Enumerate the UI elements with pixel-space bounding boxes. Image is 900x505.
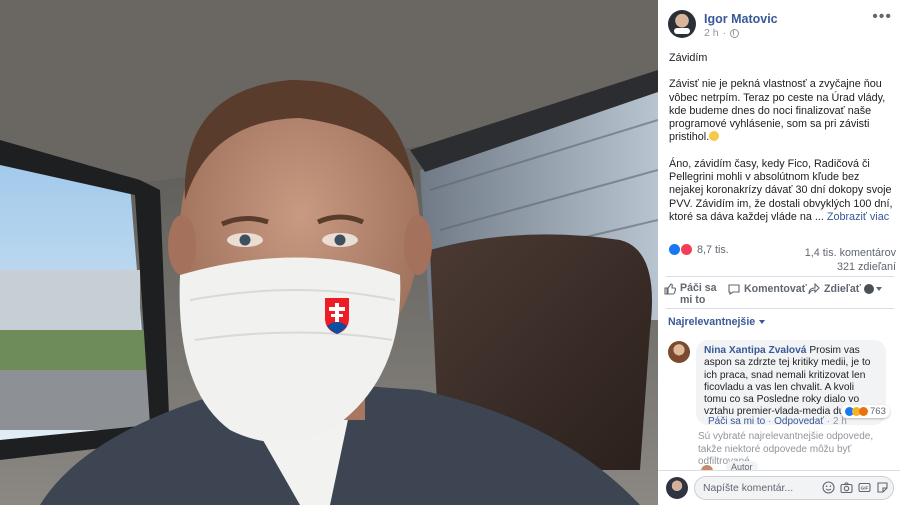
svg-text:GIF: GIF bbox=[861, 486, 869, 491]
sort-label: Najrelevantnejšie bbox=[668, 316, 756, 328]
post-stats: 1,4 tis. komentárov 321 zdieľaní bbox=[805, 246, 896, 274]
comment-reactions-count: 763 bbox=[870, 406, 886, 417]
comment-time[interactable]: 2 h bbox=[833, 416, 847, 427]
author-name[interactable]: Igor Matovic bbox=[704, 12, 778, 26]
chevron-down-icon bbox=[759, 320, 766, 324]
post-paragraph-1: Závisť nie je pekná vlastnosť a zvyčajne… bbox=[669, 78, 886, 144]
comment-button-label: Komentovať bbox=[744, 283, 807, 295]
post-paragraph-2: Áno, závidím časy, kedy Fico, Radičová č… bbox=[669, 157, 893, 223]
comments-count[interactable]: 1,4 tis. komentárov bbox=[805, 246, 896, 260]
author-avatar[interactable] bbox=[668, 10, 696, 38]
post-side-panel: Igor Matovic 2 h · ••• Závidím Závisť ni… bbox=[658, 0, 900, 505]
commenter-avatar[interactable] bbox=[668, 341, 690, 363]
comment-reactions[interactable]: 763 bbox=[841, 405, 890, 418]
angry-reaction-icon bbox=[859, 407, 868, 416]
comment-input[interactable] bbox=[703, 481, 813, 496]
post-time[interactable]: 2 h bbox=[704, 27, 719, 39]
post-photo[interactable] bbox=[0, 0, 658, 505]
post-header: Igor Matovic 2 h · ••• bbox=[658, 0, 900, 45]
comment-actions: Páči sa mi to · Odpovedať · 2 h bbox=[708, 416, 847, 427]
share-icon bbox=[808, 283, 820, 295]
gif-icon[interactable]: GIF bbox=[858, 481, 871, 494]
emoji-icon bbox=[709, 131, 720, 142]
emoji-icon[interactable] bbox=[822, 481, 835, 494]
chevron-down-icon bbox=[876, 287, 882, 291]
comment-button[interactable]: Komentovať bbox=[728, 282, 808, 296]
audience-selector[interactable] bbox=[864, 284, 888, 294]
like-button-label: Páči sa mi to bbox=[680, 282, 717, 306]
post-meta: 2 h · bbox=[704, 27, 740, 39]
selfie-photo bbox=[0, 0, 658, 505]
like-button[interactable]: Páči sa mi to bbox=[664, 282, 728, 306]
comment-reply-link[interactable]: Odpovedať bbox=[774, 416, 824, 427]
thumbs-up-icon bbox=[664, 283, 676, 295]
commenter-name[interactable]: Nina Xantipa Zvalová bbox=[704, 345, 806, 356]
post-text: Závidím Závisť nie je pekná vlastnosť a … bbox=[669, 52, 893, 237]
current-user-avatar bbox=[666, 477, 688, 499]
sticker-icon[interactable] bbox=[876, 481, 889, 494]
comment-input-box[interactable]: GIF bbox=[694, 476, 894, 500]
more-options-icon[interactable]: ••• bbox=[872, 8, 892, 26]
profile-avatar-icon bbox=[864, 284, 874, 294]
composer-icons: GIF bbox=[822, 481, 889, 494]
post-title: Závidím bbox=[669, 52, 708, 64]
globe-icon bbox=[730, 28, 740, 38]
share-button-label: Zdieľať bbox=[824, 283, 861, 295]
shares-count[interactable]: 321 zdieľaní bbox=[805, 260, 896, 274]
reactions-count: 8,7 tis. bbox=[697, 243, 729, 256]
slovak-coat-of-arms-icon bbox=[325, 298, 349, 334]
comment-sort-dropdown[interactable]: Najrelevantnejšie bbox=[668, 316, 766, 328]
comment-composer: GIF bbox=[658, 470, 900, 505]
comment-like-link[interactable]: Páči sa mi to bbox=[708, 416, 765, 427]
reactions-summary[interactable]: 8,7 tis. bbox=[668, 243, 729, 256]
see-more-link[interactable]: Zobraziť viac bbox=[827, 211, 889, 223]
love-reaction-icon bbox=[680, 243, 693, 256]
divider bbox=[666, 308, 894, 309]
camera-icon[interactable] bbox=[840, 481, 853, 494]
share-button[interactable]: Zdieľať bbox=[808, 282, 864, 296]
comment-icon bbox=[728, 284, 740, 295]
divider bbox=[666, 276, 894, 277]
post-actions: Páči sa mi to Komentovať Zdieľať bbox=[664, 282, 896, 306]
